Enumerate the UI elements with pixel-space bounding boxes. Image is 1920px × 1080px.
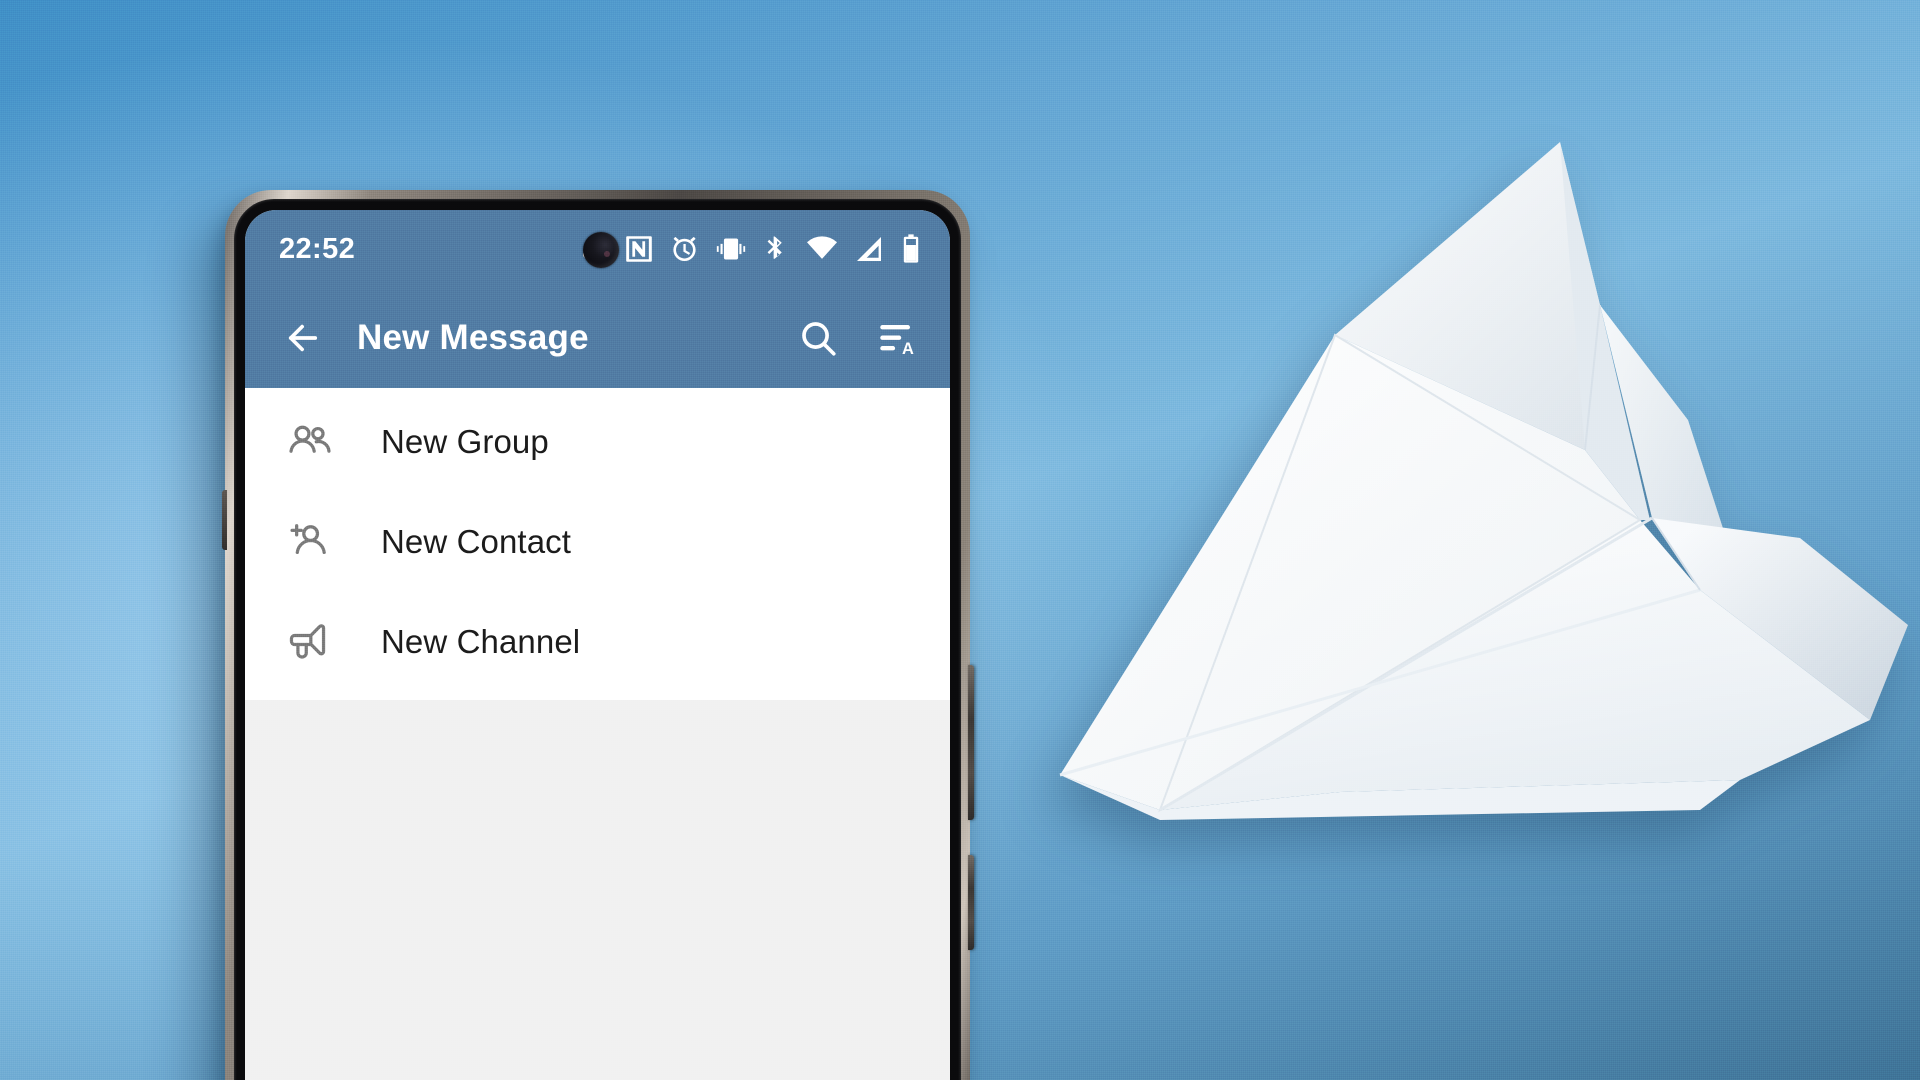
status-bar-icons — [576, 231, 924, 267]
list-item-new-channel[interactable]: New Channel — [245, 592, 950, 692]
group-icon — [283, 415, 337, 469]
side-rail — [222, 490, 227, 550]
phone-bezel: 22:52 New Message A New Group New Contac… — [234, 199, 961, 1080]
list-item-label: New Channel — [381, 623, 581, 660]
list-bottom-edge — [245, 692, 950, 700]
front-camera-punch-hole — [583, 232, 619, 268]
empty-content-area — [245, 700, 950, 1080]
phone-device: 22:52 New Message A New Group New Contac… — [222, 190, 974, 1080]
app-bar: New Message A — [245, 288, 950, 388]
cellular-signal-icon — [853, 233, 885, 265]
arrow-back-icon[interactable] — [271, 306, 335, 370]
page-title: New Message — [357, 318, 589, 357]
list-item-new-contact[interactable]: New Contact — [245, 492, 950, 592]
status-bar: 22:52 — [245, 210, 950, 288]
bluetooth-icon — [761, 234, 791, 264]
scene-background: 22:52 New Message A New Group New Contac… — [0, 0, 1920, 1080]
list-item-label: New Group — [381, 423, 549, 460]
phone-screen: 22:52 New Message A New Group New Contac… — [245, 210, 950, 1080]
volume-button[interactable] — [968, 665, 974, 820]
status-bar-clock: 22:52 — [279, 232, 356, 265]
person-add-icon — [283, 515, 337, 569]
list-item-label: New Contact — [381, 523, 572, 560]
wifi-icon — [804, 231, 840, 267]
power-button[interactable] — [968, 855, 974, 950]
search-icon[interactable] — [786, 306, 850, 370]
app-bar-actions: A — [786, 306, 928, 370]
list-item-new-group[interactable]: New Group — [245, 392, 950, 492]
svg-text:A: A — [902, 340, 914, 358]
new-message-list: New Group New Contact New Channel — [245, 388, 950, 700]
battery-icon — [898, 233, 924, 265]
nfc-icon — [623, 233, 655, 265]
vibrate-icon — [714, 232, 748, 266]
paper-airplane-photo — [1040, 120, 1920, 820]
megaphone-icon — [283, 615, 337, 669]
alarm-icon — [668, 233, 701, 266]
sort-alphabetically-icon[interactable]: A — [864, 306, 928, 370]
